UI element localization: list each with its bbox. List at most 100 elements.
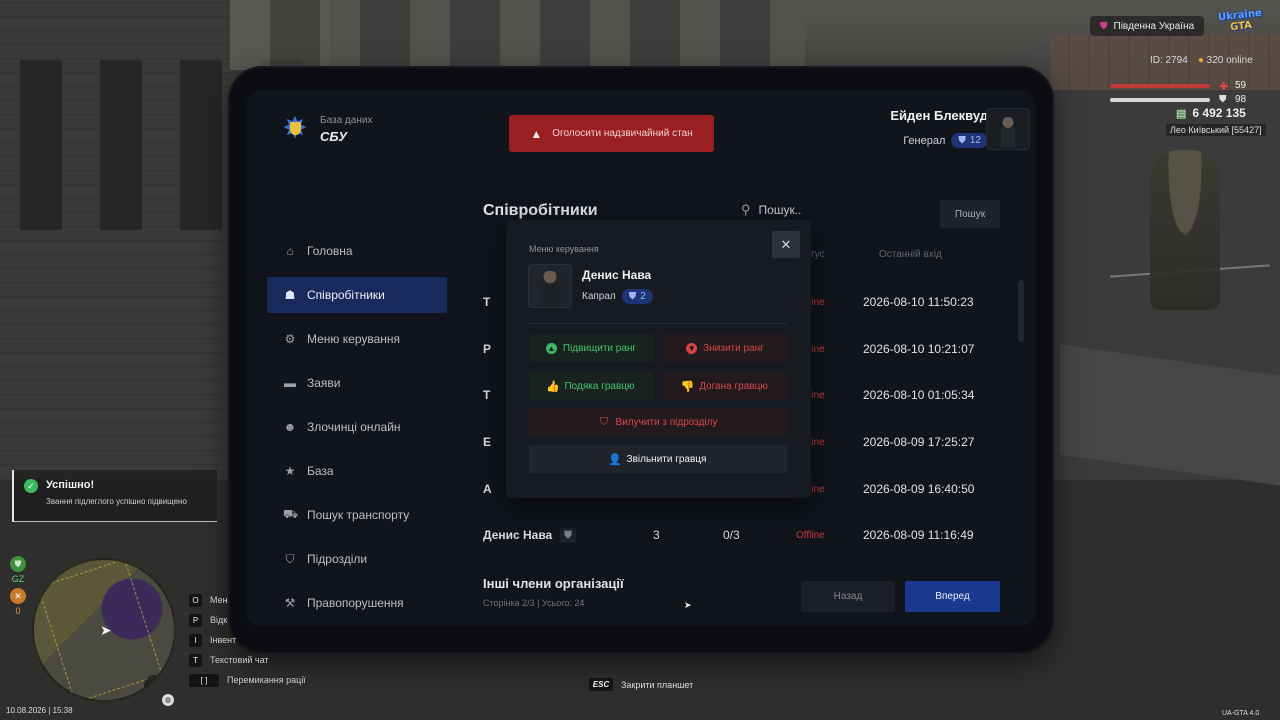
table-row[interactable]: Денис Нава ⛊ 3 0/3 Offline 2026-08-09 11… (246, 512, 1036, 558)
next-page-button[interactable]: Вперед (905, 581, 1000, 612)
player-character (1150, 150, 1220, 310)
keybind-row: P Відк (189, 610, 306, 630)
health-value: 59 (1235, 80, 1247, 91)
money-display: ▤ 6 492 135 (1176, 106, 1246, 120)
player-arrow-icon: ➤ (100, 622, 112, 638)
building-top (230, 0, 805, 70)
shield-icon: ⛊ (10, 556, 26, 572)
row-name: Р (483, 342, 492, 356)
version-label: UA-GTA 4.0 (1222, 710, 1260, 717)
page-info: Сторінка 2/3 | Усього: 24 (483, 598, 585, 608)
arrow-down-icon: ▼ (686, 342, 698, 354)
keybind-row: I Інвент (189, 630, 306, 650)
page-title: Співробітники (483, 202, 598, 219)
organization-header: ✸ База даних СБУ (280, 114, 372, 144)
scrollbar[interactable] (1018, 280, 1024, 342)
success-notification: ✓ Успішно! Звання підлеглого успішно під… (12, 470, 217, 522)
player-id: ID: 2794 (1150, 55, 1188, 66)
keybind-row: T Текстовий чат (189, 650, 306, 670)
close-tablet-hint: ESC Закрити планшет (589, 678, 693, 691)
rank-badge: ⛊ 12 (951, 133, 988, 148)
close-icon[interactable]: ✕ (772, 231, 800, 258)
check-icon: ✓ (24, 479, 38, 493)
shield-minus-icon: ⛉ (599, 415, 609, 428)
arrow-up-icon: ▲ (545, 342, 557, 354)
fire-label: Звільнити гравця (626, 453, 707, 465)
shield-icon: ⛊ (560, 527, 576, 543)
thank-label: Подяка гравцю (564, 380, 635, 392)
online-dot-icon: ● (1197, 55, 1204, 66)
row-last-login: 2026-08-09 17:25:27 (863, 435, 975, 449)
voice-badge-icon: ◍ (162, 694, 174, 706)
row-name: Т (483, 295, 491, 309)
prev-page-button[interactable]: Назад (801, 581, 895, 612)
rank-level: 12 (969, 135, 981, 146)
microphone-icon[interactable]: 🎙 (144, 675, 166, 697)
member-avatar (528, 264, 572, 308)
reprimand-button[interactable]: 👎 Догана гравцю (663, 372, 787, 400)
gang-zone-indicator: ⛊ GZ ✕ 0 (8, 556, 28, 616)
demote-label: Знизити ранг (703, 342, 764, 354)
avatar (986, 108, 1030, 150)
player-nickname: Лео Київський [55427] (1166, 124, 1266, 136)
search-button[interactable]: Пошук (940, 200, 1000, 228)
row-name: А (483, 482, 492, 496)
tablet-screen: ✸ База даних СБУ ▲ Оголосити надзвичайни… (246, 90, 1036, 626)
notification-title: Успішно! (46, 479, 95, 491)
column-header-last-login: Останній вхід (879, 249, 942, 260)
minimap: ➤ 🎙 (32, 558, 176, 702)
row-name-text: Денис Нава (483, 528, 553, 542)
sbu-emblem-icon: ✸ (280, 114, 310, 144)
health-bar (1110, 84, 1210, 88)
health-cross-icon: ✚ (1219, 81, 1229, 93)
keybind-label: Інвент (210, 635, 237, 645)
thumbs-up-icon: 👍 (546, 380, 560, 393)
member-rank-label: Капрал (582, 291, 616, 302)
row-name: Т (483, 388, 491, 402)
online-count: 320 online (1206, 55, 1253, 66)
keybind-hints: O Мен P Відк I Інвент T Текстовий чат [ … (189, 590, 306, 690)
member-rank: Капрал ⛊ 2 (582, 289, 653, 304)
row-last-login: 2026-08-09 16:40:50 (863, 482, 975, 496)
region-shield-icon: ⛊ (1100, 20, 1108, 32)
org-caption: База даних (320, 114, 373, 126)
search-icon: ⚲ (741, 202, 751, 217)
divider (529, 323, 787, 324)
row-name: Е (483, 435, 492, 449)
region-indicator: ⛊ Південна Україна (1090, 16, 1205, 36)
rank-shield-icon: ⛊ (958, 135, 966, 146)
key-p: P (189, 613, 202, 627)
rank-shield-icon: ⛊ (628, 291, 637, 302)
row-warnings: 0/3 (723, 528, 740, 542)
row-rank: 3 (653, 528, 660, 542)
armor-shield-icon: ⛊ (1219, 94, 1227, 105)
player-id-online: ID: 2794 ● 320 online (1150, 55, 1253, 66)
notification-text: Звання підлеглого успішно підвищено (46, 497, 187, 506)
search-input[interactable]: Пошук.. (759, 203, 802, 217)
other-members-title: Інші члени організації (483, 576, 624, 591)
rank-badge: ⛊ 2 (621, 289, 653, 304)
key-o: O (189, 593, 202, 607)
mouse-cursor-icon: ➤ (684, 600, 692, 610)
sidebar-item-home[interactable]: ⌂ Головна (267, 233, 447, 269)
gz-count: 0 (15, 606, 21, 616)
keybind-row: O Мен (189, 590, 306, 610)
fire-player-button[interactable]: 👤 Звільнити гравця (529, 445, 787, 473)
declare-emergency-label: Оголосити надзвичайний стан (552, 128, 693, 139)
demote-button[interactable]: ▼ Знизити ранг (663, 334, 787, 362)
warning-icon: ▲ (530, 126, 543, 141)
keybind-label: Перемикання рації (227, 675, 306, 685)
row-last-login: 2026-08-10 11:50:23 (863, 295, 974, 309)
armor-value: 98 (1235, 94, 1247, 105)
datetime: 10.08.2026 | 15:38 (6, 706, 73, 715)
profile-rank-label: Генерал (903, 134, 946, 147)
thank-button[interactable]: 👍 Подяка гравцю (529, 372, 653, 400)
user-profile: Ейден Блеквуд Генерал ⛊ 12 (890, 108, 988, 148)
declare-emergency-button[interactable]: ▲ Оголосити надзвичайний стан (509, 115, 714, 152)
exclude-from-unit-button[interactable]: ⛉ Вилучити з підрозділу (529, 408, 787, 436)
search-field[interactable]: ⚲ Пошук.. (741, 202, 801, 218)
money-icon: ▤ (1176, 107, 1187, 120)
reprimand-label: Догана гравцю (699, 380, 768, 392)
region-label: Південна Україна (1113, 20, 1195, 32)
promote-button[interactable]: ▲ Підвищити ранг (529, 334, 653, 362)
